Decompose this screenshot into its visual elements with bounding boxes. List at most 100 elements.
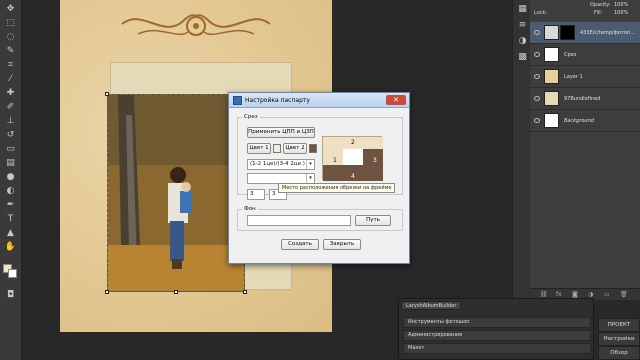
opacity-value[interactable]: 100%: [614, 2, 628, 8]
lasso-tool-icon[interactable]: ◌: [4, 32, 17, 43]
segments-select[interactable]: (1-2 1це)/(3-4 2це ) ▾: [247, 159, 315, 170]
eye-icon[interactable]: [534, 96, 540, 101]
stamp-tool-icon[interactable]: ⊥: [4, 116, 17, 127]
layers-toolbar: Lock: Opacity: 100% Fill: 100%: [530, 2, 640, 22]
eye-icon[interactable]: [534, 52, 540, 57]
background-path-input[interactable]: [247, 215, 351, 226]
layer-thumbnail: [544, 69, 559, 84]
tab-overview[interactable]: Обзор: [598, 346, 640, 360]
pen-tool-icon[interactable]: ✒: [4, 200, 17, 211]
preview-center: [343, 149, 363, 165]
layer-row[interactable]: Срез: [530, 44, 640, 66]
mask-icon[interactable]: ◙: [572, 291, 578, 298]
fx-icon[interactable]: fx: [556, 291, 562, 298]
type-tool-icon[interactable]: T: [4, 214, 17, 225]
background-group-label: Фон: [242, 206, 258, 212]
background-color-swatch[interactable]: [8, 269, 17, 278]
preview-right: [363, 149, 383, 181]
chevron-down-icon: ▾: [306, 174, 314, 183]
preview-bottom: [323, 165, 363, 181]
family-photo[interactable]: [107, 94, 245, 292]
trash-icon[interactable]: 🗑: [620, 291, 628, 298]
slice-preview: 1 2 3 4: [322, 136, 383, 181]
layer-thumbnail: [544, 25, 559, 40]
plugin-tab[interactable]: LaryshAlbumBuilder: [401, 301, 462, 310]
layer-name: 433E/c/temp/фотоп...: [580, 30, 635, 36]
brush-tool-icon[interactable]: ✐: [4, 102, 17, 113]
layer-row[interactable]: Layer 1: [530, 66, 640, 88]
apply-colors-button[interactable]: Применить ЦПП и ЦЗП: [247, 127, 315, 138]
segments-select-value: (1-2 1це)/(3-4 2це ): [250, 161, 305, 167]
app-icon: [233, 96, 242, 105]
transform-handle[interactable]: [105, 92, 109, 96]
history-panel-icon[interactable]: ▦: [516, 4, 529, 15]
fill-label: Fill:: [594, 10, 603, 16]
tooltip: Место расположения обрезки на фрейме: [278, 183, 396, 193]
transform-handle[interactable]: [174, 290, 178, 294]
tab-settings[interactable]: Настройки: [598, 332, 640, 346]
color1-button[interactable]: Цвет 1: [247, 143, 271, 154]
path-button[interactable]: Путь: [355, 215, 391, 226]
size-input-1[interactable]: 3: [247, 189, 265, 200]
hand-tool-icon[interactable]: ✋: [4, 242, 17, 253]
plugin-panel: LaryshAlbumBuilder Инструменты фотошоп А…: [398, 298, 594, 360]
gradient-tool-icon[interactable]: ▤: [4, 158, 17, 169]
quick-select-tool-icon[interactable]: ✎: [4, 46, 17, 57]
adjustments-panel-icon[interactable]: ◑: [516, 36, 529, 47]
layer-name: Layer 1: [564, 74, 583, 80]
close-icon[interactable]: ✕: [386, 95, 406, 105]
transform-handle[interactable]: [243, 290, 247, 294]
eyedropper-tool-icon[interactable]: ⁄: [4, 74, 17, 85]
create-button[interactable]: Создать: [281, 239, 319, 250]
layer-row[interactable]: Background: [530, 110, 640, 132]
blur-tool-icon[interactable]: ●: [4, 172, 17, 183]
layer-name: 97Bundlefined: [564, 96, 601, 102]
link-icon[interactable]: ⛓: [540, 291, 548, 298]
color1-swatch[interactable]: [273, 144, 281, 153]
color2-swatch[interactable]: [309, 144, 317, 153]
folder-icon[interactable]: ▭: [604, 291, 610, 298]
tab-project[interactable]: ПРОЕКТ: [598, 318, 640, 332]
dialog-title: Настройка паспарту: [245, 97, 310, 104]
quick-mask-icon[interactable]: ◘: [4, 290, 17, 301]
swatches-panel-icon[interactable]: ▩: [516, 52, 529, 63]
eraser-tool-icon[interactable]: ▭: [4, 144, 17, 155]
plugin-row-layout[interactable]: Макет: [403, 343, 591, 354]
crop-tool-icon[interactable]: ⌗: [4, 60, 17, 71]
layer-row[interactable]: 97Bundlefined: [530, 88, 640, 110]
layer-name: Background: [564, 118, 594, 124]
layer-row[interactable]: 433E/c/temp/фотоп...: [530, 22, 640, 44]
slice-group-label: Срез: [242, 114, 260, 120]
transform-handle[interactable]: [105, 290, 109, 294]
layer-thumbnail: [544, 113, 559, 128]
layer-thumbnail: [544, 47, 559, 62]
layer-mask-thumbnail: [560, 25, 575, 40]
eye-icon[interactable]: [534, 118, 540, 123]
photoshop-window: ✥ ⬚ ◌ ✎ ⌗ ⁄ ✚ ✐ ⊥ ↺ ▭ ▤ ● ◐ ✒ T ▲ ✋ ◘ На…: [0, 0, 640, 360]
fill-value[interactable]: 100%: [614, 10, 628, 16]
healing-tool-icon[interactable]: ✚: [4, 88, 17, 99]
marquee-tool-icon[interactable]: ⬚: [4, 18, 17, 29]
close-button[interactable]: Закрыть: [323, 239, 361, 250]
history-brush-tool-icon[interactable]: ↺: [4, 130, 17, 141]
preview-label-4: 4: [351, 173, 355, 180]
adjustment-icon[interactable]: ◑: [588, 291, 593, 298]
preview-label-2: 2: [351, 139, 355, 146]
lock-label: Lock:: [534, 10, 548, 16]
dodge-tool-icon[interactable]: ◐: [4, 186, 17, 197]
layers-panel: Lock: Opacity: 100% Fill: 100% 433E/c/te…: [530, 0, 640, 300]
layer-name: Срез: [564, 52, 577, 58]
eye-icon[interactable]: [534, 74, 540, 79]
move-tool-icon[interactable]: ✥: [4, 4, 17, 15]
properties-panel-icon[interactable]: ≡: [516, 20, 529, 31]
preview-label-3: 3: [373, 157, 377, 164]
color2-button[interactable]: Цвет 2: [283, 143, 307, 154]
layer-thumbnail: [544, 91, 559, 106]
plugin-row-tools[interactable]: Инструменты фотошоп: [403, 317, 591, 328]
plugin-row-admin[interactable]: Администрирование: [403, 330, 591, 341]
eye-icon[interactable]: [534, 30, 540, 35]
path-select-tool-icon[interactable]: ▲: [4, 228, 17, 239]
chevron-down-icon: ▾: [306, 160, 314, 169]
preview-label-1: 1: [333, 157, 337, 164]
dialog-titlebar[interactable]: Настройка паспарту ✕: [229, 93, 409, 108]
